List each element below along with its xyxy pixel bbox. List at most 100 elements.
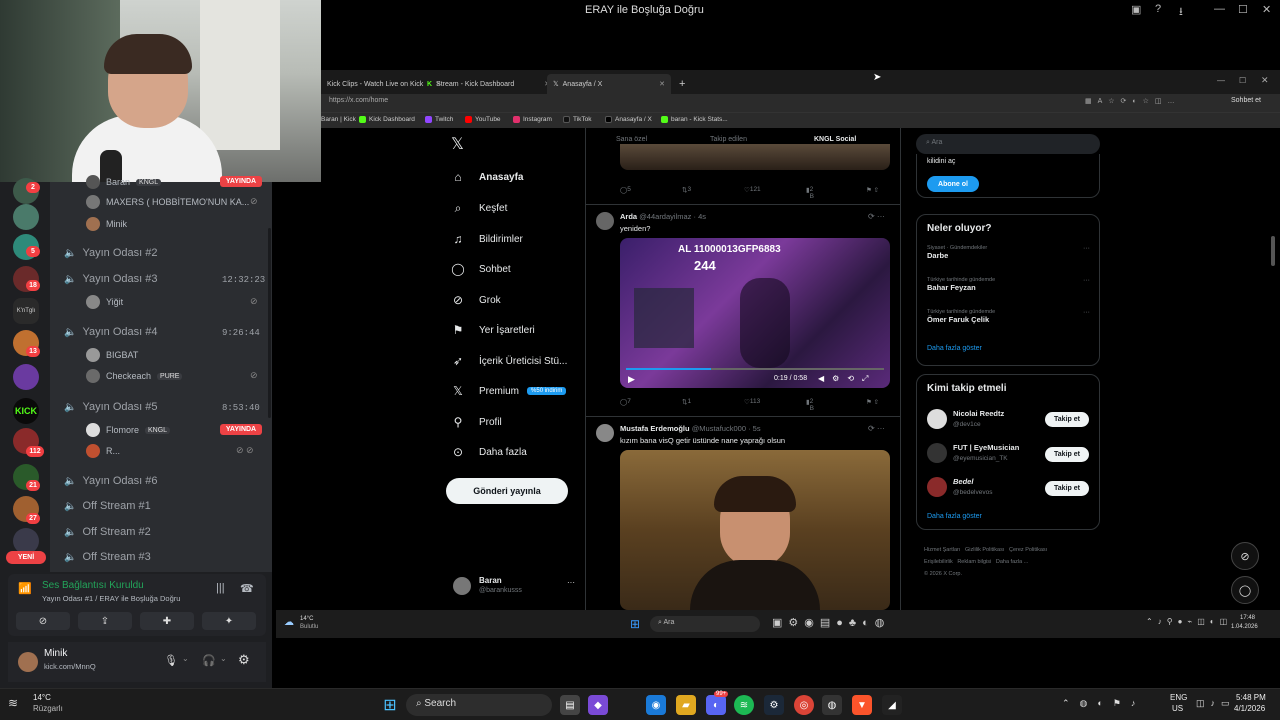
tweet-media[interactable] — [620, 144, 890, 170]
voice-channel[interactable]: 🔈 Yayın Odası #6 — [64, 472, 157, 490]
region-indicator[interactable]: US — [1172, 704, 1183, 713]
headphones-icon[interactable]: 🎧 — [202, 654, 216, 667]
network-volume-icons[interactable]: ◫♪▭ — [1196, 698, 1236, 709]
reply-count[interactable]: ◯ 5 — [620, 186, 631, 194]
voice-member[interactable]: BIGBAT — [86, 347, 138, 363]
steam-icon[interactable]: ⚙ — [764, 695, 784, 715]
tweet-image[interactable] — [620, 450, 890, 610]
avatar[interactable] — [596, 424, 614, 442]
search-input[interactable]: ⌕ Ara — [916, 134, 1100, 154]
edge-icon[interactable]: ◉ — [646, 695, 666, 715]
file-explorer-icon[interactable]: ▰ — [676, 695, 696, 715]
avatar[interactable] — [596, 212, 614, 230]
chevron-down-icon[interactable]: ⌄ — [220, 654, 227, 663]
nav-grok[interactable]: ⊘ Grok — [451, 289, 501, 311]
channel-scrollbar[interactable] — [268, 228, 271, 418]
discord-icon[interactable]: ◐ — [706, 695, 726, 715]
noise-suppression-icon[interactable]: ||| — [216, 582, 225, 594]
close-icon[interactable]: ✕ — [1261, 75, 1269, 86]
tray-icons[interactable]: ⌃◍◐⚑♪ — [1062, 698, 1145, 709]
search-input[interactable]: ⌕ Search — [406, 694, 552, 716]
app-icon[interactable]: ◢ — [882, 695, 902, 715]
bookmark-item[interactable]: Instagram — [513, 116, 552, 123]
microphone-icon[interactable]: 🎙 — [164, 654, 178, 667]
toolbar-icons[interactable]: ▦A☆⟳◐☆◫… — [1085, 97, 1181, 105]
tweet-video[interactable]: AL 11000013GFP6883 244 ▶ 0:19 / 0:58 ◀⚙⟲… — [620, 238, 890, 388]
brave-icon[interactable]: ▼ — [852, 695, 872, 715]
tab-kick-dashboard[interactable]: KStream - Kick Dashboard✕ — [421, 74, 556, 94]
user-name[interactable]: Minik — [44, 648, 67, 659]
post-button[interactable]: Gönderi yayınla — [446, 478, 568, 504]
trend-item[interactable]: Türkiye tarihinde gündemde Bahar Feyzan ··… — [927, 277, 1095, 292]
nav-messages[interactable]: ◯ Sohbet — [451, 258, 510, 280]
subscribe-button[interactable]: Abone ol — [927, 176, 979, 192]
follow-button[interactable]: Takip et — [1045, 447, 1089, 462]
screenshot-icon[interactable]: ▣ — [1131, 3, 1147, 19]
voice-channel[interactable]: 🔈 Yayın Odası #4 — [64, 323, 157, 341]
more-icon[interactable]: ⟳ ··· — [868, 424, 885, 433]
avatar[interactable] — [927, 409, 947, 429]
nav-explore[interactable]: ⌕ Keşfet — [451, 197, 508, 219]
retweet-count[interactable]: ⇅ 3 — [682, 186, 691, 194]
gear-icon[interactable]: ⚙ — [238, 652, 250, 668]
bookmark-item[interactable]: Baran | Kick — [321, 116, 356, 123]
messages-float-icon[interactable]: ◯ — [1231, 576, 1259, 604]
voice-member[interactable]: R... — [86, 443, 120, 459]
voice-channel[interactable]: 🔈 Yayın Odası #2 — [64, 244, 157, 262]
voice-channel[interactable]: 🔈 Off Stream #3 — [64, 548, 151, 566]
x-logo-icon[interactable]: 𝕏 — [451, 134, 464, 154]
spotify-icon[interactable]: ≋ — [734, 695, 754, 715]
more-icon[interactable]: ⟳ ··· — [868, 212, 885, 221]
like-count[interactable]: ♡ 121 — [744, 186, 761, 194]
user-status[interactable]: kick.com/MnnQ — [44, 662, 96, 671]
tab-for-you[interactable]: Sana özel — [616, 136, 647, 143]
tab-kngl-social[interactable]: KNGL Social — [814, 136, 856, 143]
guild-icon[interactable] — [13, 204, 39, 230]
avatar[interactable] — [927, 443, 947, 463]
page-scrollbar[interactable] — [1271, 236, 1275, 266]
minimize-icon[interactable]: — — [1217, 76, 1225, 85]
nav-creator-studio[interactable]: ➶ İçerik Üreticisi Stü... — [451, 350, 567, 372]
voice-status[interactable]: Ses Bağlantısı Kuruldu — [42, 580, 144, 591]
chrome-icon[interactable]: ◎ — [794, 695, 814, 715]
bookmark-item[interactable]: Kick Dashboard — [359, 116, 415, 123]
nav-more[interactable]: ⊙ Daha fazla — [451, 441, 527, 463]
play-icon[interactable]: ▶ — [628, 374, 635, 385]
nav-bookmarks[interactable]: ⚑ Yer İşaretleri — [451, 319, 535, 341]
voice-channel[interactable]: 🔈 Yayın Odası #5 — [64, 398, 157, 416]
bookmark-item[interactable]: Twitch — [425, 116, 453, 123]
screenshare-button[interactable]: ⇪ — [78, 612, 132, 630]
close-icon[interactable]: ✕ — [1262, 3, 1278, 19]
bookmark-icon[interactable]: ⚑ ⇧ — [866, 398, 879, 406]
reply-count[interactable]: ◯ 7 — [620, 398, 631, 406]
show-more-link[interactable]: Daha fazla göster — [927, 345, 982, 352]
soundboard-button[interactable]: ✦ — [202, 612, 256, 630]
url-text[interactable]: https://x.com/home — [329, 97, 388, 104]
voice-member[interactable]: MAXERS ( HOBBİTEMO'NUN KA... — [86, 194, 249, 210]
windows-start-icon[interactable]: ⊞ — [380, 695, 400, 715]
address-bar[interactable]: https://x.com/home ▦A☆⟳◐☆◫… Sohbet et — [321, 94, 1280, 112]
new-tab-button[interactable]: + — [673, 74, 691, 94]
avatar[interactable] — [927, 477, 947, 497]
nav-premium[interactable]: 𝕏 Premium %50 indirim — [451, 380, 567, 402]
guild-icon[interactable] — [13, 364, 39, 390]
voice-channel[interactable]: 🔈 Yayın Odası #3 — [64, 270, 157, 288]
maximize-icon[interactable]: ☐ — [1239, 76, 1246, 85]
camera-button[interactable]: ⊘ — [16, 612, 70, 630]
disconnect-icon[interactable]: ☎ — [240, 582, 254, 595]
windows-icon[interactable]: ⊞ — [630, 617, 640, 631]
voice-member[interactable]: Checkeach PURE — [86, 368, 183, 384]
new-badge[interactable]: YENİ — [6, 551, 46, 564]
clock-date[interactable]: 4/1/2026 — [1234, 704, 1265, 713]
guild-icon[interactable]: K'nTglı — [13, 298, 39, 324]
voice-member[interactable]: Baran KNGL — [86, 174, 162, 190]
chevron-down-icon[interactable]: ⌄ — [182, 654, 189, 663]
like-count[interactable]: ♡ 113 — [744, 398, 760, 406]
account-switcher[interactable]: Baran @barankusss ··· — [451, 574, 581, 598]
view-count[interactable]: ▮ 2 B — [806, 186, 814, 200]
follow-button[interactable]: Takip et — [1045, 481, 1089, 496]
trend-item[interactable]: Türkiye tarihinde gündemde Ömer Faruk Çel… — [927, 309, 1095, 324]
bookmark-icon[interactable]: ⚑ ⇧ — [866, 186, 879, 194]
ask-button[interactable]: Sohbet et — [1231, 97, 1261, 104]
search-input[interactable]: ⌕ Ara — [650, 616, 760, 632]
